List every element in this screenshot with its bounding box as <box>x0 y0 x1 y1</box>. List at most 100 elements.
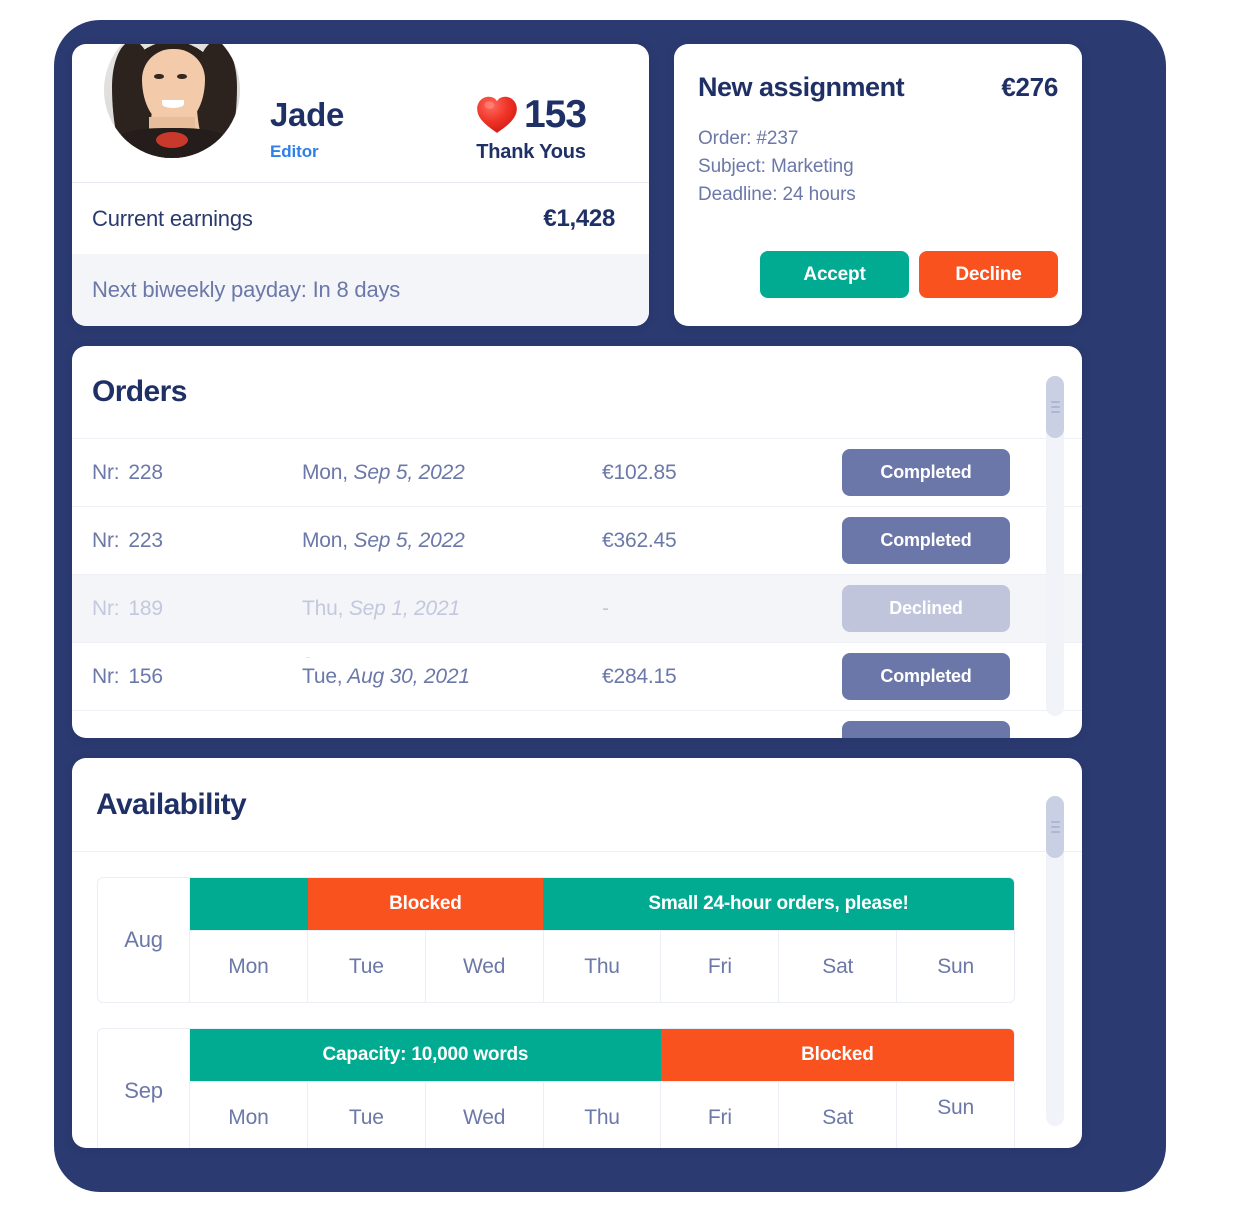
scroll-grip-line <box>1050 831 1060 833</box>
order-date-weekday: Mon, <box>302 460 348 484</box>
availability-day-cell[interactable]: Sat <box>779 930 898 1002</box>
avatar-eye-right <box>177 73 187 80</box>
availability-bars-row: Capacity: 10,000 words Blocked <box>190 1029 1014 1081</box>
availability-day-cell[interactable]: Thu <box>543 930 662 1002</box>
order-date-rest: Sep 5, 2022 <box>347 528 465 552</box>
assignment-title: New assignment <box>698 72 905 102</box>
heart-icon <box>477 96 517 133</box>
order-amount-cell: €362.45 <box>602 528 677 552</box>
current-earnings-row: Current earnings €1,428 <box>72 183 649 254</box>
orders-list[interactable]: Nr: 228 Mon, Sep 5, 2022 €102.85 Completed Nr… <box>72 438 1082 738</box>
order-nr-value: 223 <box>128 528 163 552</box>
order-date-rest: Aug 30, 2021 <box>342 664 470 688</box>
order-amount-cell: €102.85 <box>602 460 677 484</box>
thank-yous-block: 153 Thank Yous <box>431 94 631 164</box>
order-date-rest: Sep 1, 2021 <box>343 596 460 620</box>
availability-day-cell[interactable]: Sun <box>897 1081 1014 1148</box>
scroll-grip-line <box>1050 401 1060 403</box>
top-cards-row: Jade Editor 153 Thank Yous Current earni… <box>72 44 1082 326</box>
status-badge[interactable]: Completed <box>842 517 1010 564</box>
availability-bar-segment[interactable]: Small 24-hour orders, please! <box>543 878 1014 930</box>
scroll-grip-line <box>1050 821 1060 823</box>
order-date-ghost-mark: - <box>306 648 311 664</box>
availability-day-cell[interactable]: Sat <box>779 1081 898 1148</box>
availability-month-label: Aug <box>98 878 190 1002</box>
order-number-cell: Nr: 189 <box>92 597 302 621</box>
avatar-face <box>142 49 205 126</box>
order-nr-value: 156 <box>128 664 163 688</box>
orders-header: Orders <box>72 346 1082 438</box>
scroll-grip-line <box>1050 406 1060 408</box>
order-number-cell: Nr: 223 <box>92 529 302 553</box>
assignment-subject: Subject: Marketing <box>698 156 854 178</box>
table-row[interactable]: Nr: 223 Mon, Sep 5, 2022 €362.45 Completed <box>72 506 1082 574</box>
availability-bar-segment[interactable]: Blocked <box>660 1029 1014 1081</box>
table-row[interactable] <box>72 710 1082 738</box>
availability-day-cell[interactable]: Tue <box>307 930 426 1002</box>
profile-identity: Jade Editor <box>270 98 344 162</box>
orders-title: Orders <box>92 375 187 408</box>
orders-scrollbar[interactable] <box>1046 376 1064 716</box>
order-amount-cell: - <box>602 596 609 620</box>
availability-month-grid: Capacity: 10,000 words Blocked Mon Tue Wed Th… <box>190 1029 1014 1148</box>
avatar-eye-left <box>154 73 164 80</box>
availability-month-row: Sep Capacity: 10,000 words Blocked Mon Tue We… <box>97 1028 1015 1148</box>
profile-header: Jade Editor 153 Thank Yous <box>72 44 649 182</box>
order-date-cell: - Tue, Aug 30, 2021 <box>302 649 602 689</box>
avatar-smile <box>162 99 185 108</box>
table-row[interactable]: Nr: 189 Thu, Sep 1, 2021- Declined <box>72 574 1082 642</box>
status-badge[interactable]: Declined <box>842 585 1010 632</box>
current-earnings-value: €1,428 <box>543 204 615 232</box>
thank-yous-count-row: 153 <box>431 94 631 134</box>
thank-yous-label: Thank Yous <box>476 141 586 163</box>
order-status-cell <box>842 721 1082 738</box>
payday-text: Next biweekly payday: In 8 days <box>92 277 401 302</box>
status-badge[interactable]: Completed <box>842 653 1010 700</box>
availability-bar-segment[interactable]: Blocked <box>307 878 544 930</box>
status-badge[interactable] <box>842 721 1010 738</box>
availability-card: Availability Aug Blocked Small 24-hour ord… <box>72 758 1082 1148</box>
order-date-cell: Mon, Sep 5, 2022 <box>302 529 602 553</box>
profile-card: Jade Editor 153 Thank Yous Current earni… <box>72 44 649 326</box>
table-row[interactable]: Nr: 228 Mon, Sep 5, 2022 €102.85 Completed <box>72 438 1082 506</box>
availability-calendar: Aug Blocked Small 24-hour orders, please! M… <box>72 877 1082 1148</box>
assignment-price: €276 <box>1001 72 1058 102</box>
availability-day-cell[interactable]: Tue <box>307 1081 426 1148</box>
availability-day-cell[interactable]: Sun <box>897 930 1014 1002</box>
thank-yous-count: 153 <box>523 92 587 136</box>
availability-day-cell[interactable]: Fri <box>661 1081 780 1148</box>
availability-day-cell[interactable]: Mon <box>190 1081 308 1148</box>
availability-header: Availability <box>72 758 1082 852</box>
orders-card: Orders Nr: 228 Mon, Sep 5, 2022 €102.85 Comp… <box>72 346 1082 738</box>
decline-button[interactable]: Decline <box>919 251 1058 298</box>
payday-row: Next biweekly payday: In 8 days <box>72 254 649 326</box>
assignment-details: Order: #237 Subject: Marketing Deadline:… <box>698 125 1058 209</box>
assignment-deadline: Deadline: 24 hours <box>698 184 856 206</box>
accept-button[interactable]: Accept <box>760 251 909 298</box>
availability-day-cell[interactable]: Mon <box>190 930 308 1002</box>
availability-month-row: Aug Blocked Small 24-hour orders, please! M… <box>97 877 1015 1003</box>
new-assignment-card: New assignment €276 Order: #237 Subject:… <box>674 44 1082 326</box>
availability-title: Availability <box>96 787 247 821</box>
order-nr-value: 228 <box>128 460 163 484</box>
availability-days-row: Mon Tue Wed Thu Fri Sat Sun <box>190 930 1014 1002</box>
order-number-cell: Nr: 228 <box>92 461 302 485</box>
avatar <box>98 44 246 164</box>
user-name: Jade <box>270 96 345 133</box>
availability-month-label: Sep <box>98 1029 190 1148</box>
availability-scrollbar-thumb[interactable] <box>1046 796 1064 858</box>
availability-day-cell[interactable]: Thu <box>543 1081 662 1148</box>
orders-scrollbar-thumb[interactable] <box>1046 376 1064 438</box>
availability-day-cell[interactable]: Wed <box>425 1081 544 1148</box>
availability-bar-segment[interactable] <box>190 878 308 930</box>
availability-scrollbar[interactable] <box>1046 796 1064 1126</box>
availability-day-cell[interactable]: Fri <box>661 930 780 1002</box>
availability-bar-segment[interactable]: Capacity: 10,000 words <box>190 1029 661 1081</box>
availability-days-row: Mon Tue Wed Thu Fri Sat Sun <box>190 1081 1014 1148</box>
assignment-header: New assignment €276 <box>698 72 1058 103</box>
scroll-grip-line <box>1050 411 1060 413</box>
status-badge[interactable]: Completed <box>842 449 1010 496</box>
table-row[interactable]: Nr: 156- Tue, Aug 30, 2021 €284.15 Completed <box>72 642 1082 710</box>
availability-day-cell[interactable]: Wed <box>425 930 544 1002</box>
user-role[interactable]: Editor <box>270 142 344 162</box>
